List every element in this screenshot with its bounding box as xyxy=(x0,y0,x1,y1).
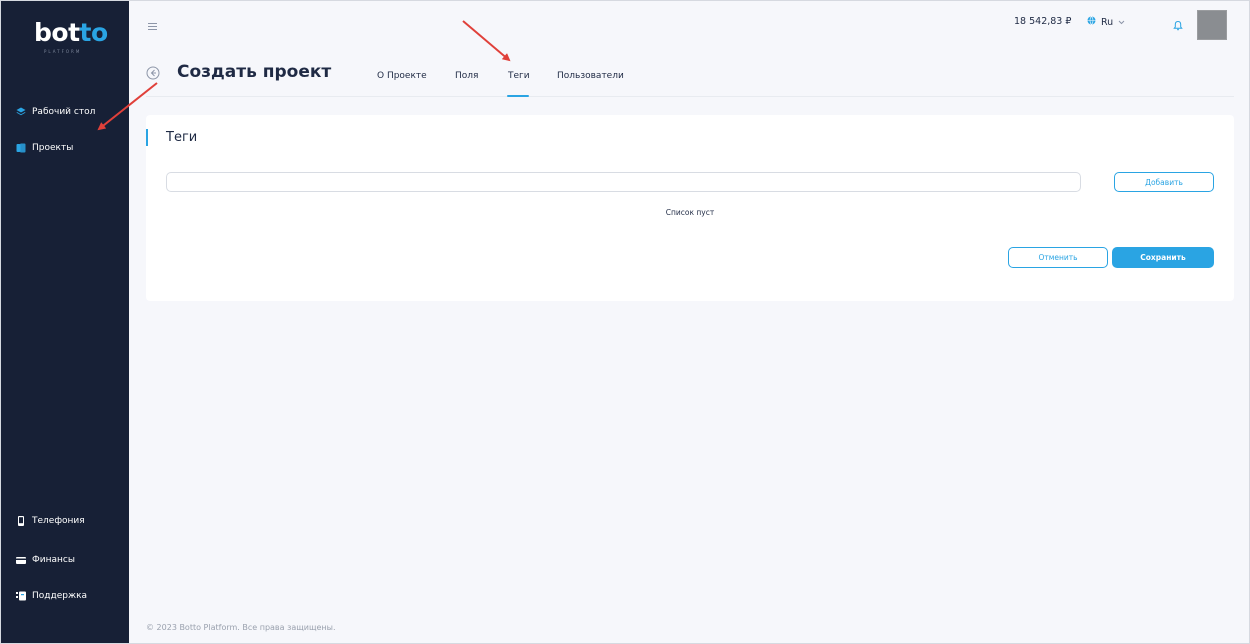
tag-input[interactable] xyxy=(166,172,1081,192)
language-label: Ru xyxy=(1101,16,1114,28)
logo-subtitle: PLATFORM xyxy=(44,49,82,54)
sidebar-item-label: Рабочий стол xyxy=(32,107,96,117)
phone-icon xyxy=(16,516,26,526)
bell-icon[interactable] xyxy=(1173,16,1183,31)
sidebar-item-label: Телефония xyxy=(32,516,85,526)
logo[interactable]: botto xyxy=(34,18,108,47)
sidebar-item-projects[interactable]: Проекты xyxy=(16,143,73,153)
sidebar-item-desktop[interactable]: Рабочий стол xyxy=(16,107,95,117)
sidebar-item-label: Поддержка xyxy=(32,591,88,601)
menu-icon[interactable] xyxy=(148,16,157,30)
chevron-down-icon xyxy=(1118,17,1125,28)
balance: 18 542,83 ₽ xyxy=(1014,16,1072,27)
empty-list-text: Список пуст xyxy=(665,208,715,217)
tab-about[interactable]: О Проекте xyxy=(377,71,427,81)
card-title: Теги xyxy=(166,130,198,145)
avatar[interactable] xyxy=(1197,10,1227,40)
sidebar-item-label: Финансы xyxy=(32,555,75,565)
sidebar-item-support[interactable]: Поддержка xyxy=(16,591,87,601)
tab-users[interactable]: Пользователи xyxy=(557,71,624,81)
page-title: Создать проект xyxy=(177,62,332,82)
tab-fields[interactable]: Поля xyxy=(455,71,478,81)
card-accent-bar xyxy=(146,129,148,146)
wallet-icon xyxy=(16,555,26,565)
active-tab-indicator xyxy=(507,95,529,97)
sidebar-item-telephony[interactable]: Телефония xyxy=(16,516,85,526)
save-button[interactable]: Сохранить xyxy=(1112,247,1214,268)
sidebar-item-finance[interactable]: Финансы xyxy=(16,555,75,565)
layers-icon xyxy=(16,107,26,117)
tab-tags[interactable]: Теги xyxy=(508,71,530,81)
arrow-left-circle-icon xyxy=(146,65,160,84)
footer-copyright: © 2023 Botto Platform. Все права защищен… xyxy=(146,623,336,632)
language-select[interactable]: Ru xyxy=(1087,16,1125,28)
topbar: 18 542,83 ₽ Ru xyxy=(129,0,1250,44)
cancel-button[interactable]: Отменить xyxy=(1008,247,1108,268)
tags-card: Теги Добавить Список пуст Отменить Сохра… xyxy=(146,115,1234,301)
folder-icon xyxy=(16,143,26,153)
header-divider xyxy=(146,96,1234,97)
back-button[interactable] xyxy=(146,65,160,80)
add-button[interactable]: Добавить xyxy=(1114,172,1214,192)
globe-icon xyxy=(1087,16,1096,28)
support-icon xyxy=(16,591,26,601)
sidebar-item-label: Проекты xyxy=(32,143,74,153)
sidebar: botto PLATFORM Рабочий стол Проекты Теле… xyxy=(0,0,129,644)
